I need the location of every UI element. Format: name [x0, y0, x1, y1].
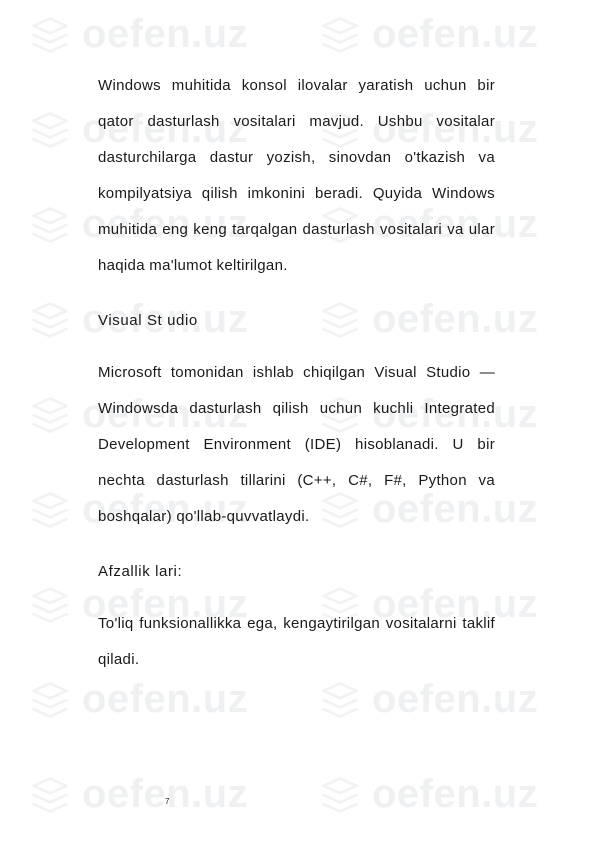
heading-advantages: Afzallik lari:	[98, 555, 495, 588]
paragraph-visual-studio: Microsoft tomonidan ishlab chiqilgan Vis…	[98, 355, 495, 535]
paragraph-intro: Windows muhitida konsol ilovalar yaratis…	[98, 68, 495, 284]
paragraph-advantages: To'liq funksionallikka ega, kengaytirilg…	[98, 606, 495, 678]
heading-visual-studio: Visual St udio	[98, 304, 495, 337]
document-content: Windows muhitida konsol ilovalar yaratis…	[0, 0, 595, 842]
